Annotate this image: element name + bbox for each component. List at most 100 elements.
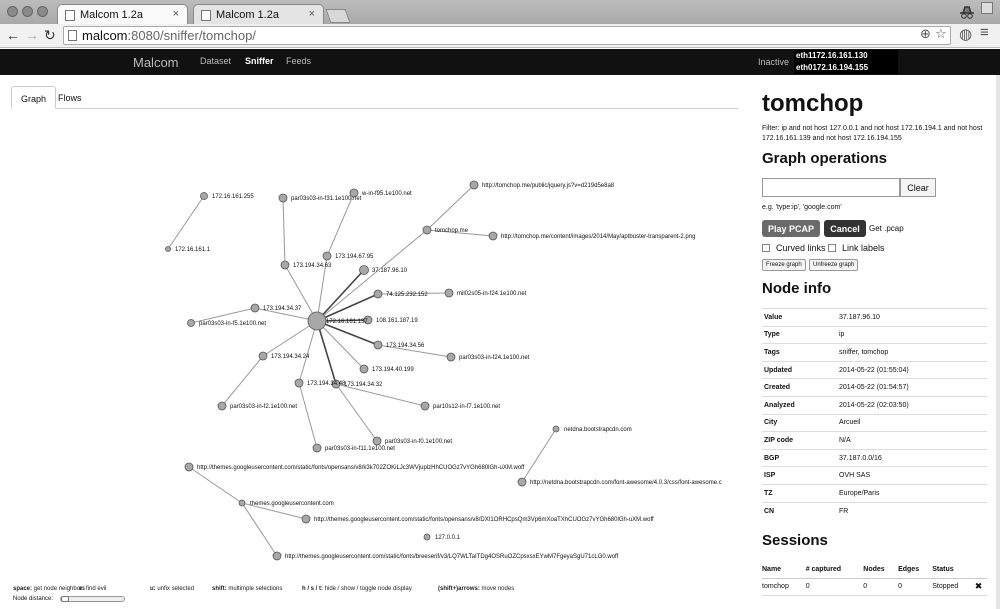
graph-node[interactable] — [373, 289, 383, 299]
info-value: N/A — [837, 431, 987, 450]
column-header: Status — [932, 562, 975, 579]
graph-node[interactable] — [420, 401, 430, 411]
unfreeze-graph-button[interactable]: Unfreeze graph — [809, 259, 859, 271]
fullscreen-button[interactable] — [981, 2, 993, 14]
search-input[interactable] — [762, 178, 900, 197]
help-desc: find evil — [84, 586, 107, 592]
graph-node[interactable] — [373, 340, 383, 350]
back-icon[interactable]: ← — [6, 27, 20, 43]
graph-node[interactable] — [359, 364, 369, 374]
reload-icon[interactable]: ↻ — [44, 27, 56, 44]
browser-tab-2[interactable]: Malcom 1.2a × — [193, 4, 324, 25]
link-labels-toggle[interactable]: Link labels — [828, 243, 885, 253]
checkbox[interactable] — [828, 244, 836, 252]
graph-node[interactable] — [165, 246, 171, 252]
graph-node[interactable] — [444, 288, 454, 298]
slider-handle[interactable] — [61, 596, 69, 602]
node-label: par03s03-in-f31.1e100.net — [291, 196, 362, 202]
graph-node[interactable] — [294, 378, 304, 388]
session-name[interactable]: tomchop — [762, 578, 806, 596]
info-value: ip — [837, 325, 987, 344]
node-label: 173.194.34.37 — [263, 306, 302, 312]
tab-flows[interactable]: Flows — [49, 86, 91, 109]
info-key: Created — [762, 378, 837, 397]
nav-sniffer[interactable]: Sniffer — [245, 56, 274, 66]
play-pcap-button[interactable]: Play PCAP — [762, 220, 820, 237]
graph-node[interactable] — [422, 225, 432, 235]
graph-node[interactable] — [488, 231, 498, 241]
info-key: Value — [762, 308, 837, 327]
table-row: Value 37.187.96.10 — [762, 308, 987, 327]
graph-node[interactable] — [184, 462, 194, 472]
graph-node[interactable] — [552, 425, 560, 433]
side-panel: tomchop Filter: ip and not host 127.0.0.… — [762, 90, 992, 596]
table-row: ISP OVH SAS — [762, 466, 987, 485]
help-item: shift: multimple selections — [212, 586, 282, 592]
node-label: mil02s05-in-f24.1e100.net — [457, 291, 527, 297]
graph-node[interactable] — [258, 351, 268, 361]
zoom-icon[interactable]: ⊕ — [920, 26, 931, 42]
graph-node[interactable] — [301, 514, 311, 524]
graph-node[interactable] — [469, 180, 479, 190]
address-bar[interactable]: malcom:8080/sniffer/tomchop/ — [63, 26, 951, 45]
graph-node[interactable] — [187, 319, 195, 327]
info-value: 2014-05-22 (01:54:57) — [837, 378, 987, 397]
cancel-button[interactable]: Cancel — [824, 220, 866, 237]
page-title: tomchop — [762, 90, 864, 117]
forward-icon[interactable]: → — [25, 27, 39, 43]
close-window-button[interactable] — [7, 6, 18, 17]
help-desc: move nodes — [479, 586, 515, 592]
checkbox-label: Link labels — [842, 243, 885, 253]
graph-node[interactable] — [423, 533, 431, 541]
nav-dataset[interactable]: Dataset — [200, 56, 231, 66]
graph-edge — [221, 355, 264, 407]
delete-icon[interactable]: ✖ — [974, 578, 987, 596]
scrollbar[interactable] — [996, 75, 1000, 609]
close-icon[interactable]: × — [309, 8, 315, 20]
graph-node[interactable] — [238, 499, 246, 507]
graph-node[interactable] — [517, 477, 527, 487]
graph-edge — [298, 382, 318, 449]
close-icon[interactable]: × — [173, 8, 179, 20]
curved-links-toggle[interactable]: Curved links — [762, 243, 826, 253]
node-label: w-in-f95.1e100.net — [361, 191, 412, 197]
node-label: http://themes.googleusercontent.com/stat… — [285, 554, 619, 560]
freeze-graph-button[interactable]: Freeze graph — [762, 259, 806, 271]
nav-feeds[interactable]: Feeds — [286, 56, 311, 66]
bookmark-star-icon[interactable]: ☆ — [935, 26, 947, 42]
help-item: space: get node neighbors — [13, 586, 85, 592]
graph-node[interactable] — [272, 551, 282, 561]
browser-tab-1[interactable]: Malcom 1.2a × — [57, 4, 188, 25]
table-row[interactable]: tomchop 0 0 0 Stopped ✖ — [762, 578, 987, 596]
graph-node[interactable] — [372, 436, 382, 446]
brand-logo[interactable]: Malcom — [133, 55, 179, 70]
graph-node[interactable] — [359, 265, 369, 275]
node-label: http://themes.googleusercontent.com/stat… — [314, 517, 654, 523]
graph-node-hub[interactable] — [307, 311, 327, 331]
menu-icon[interactable]: ≡ — [980, 24, 989, 41]
sniffer-status: Inactive — [758, 57, 790, 67]
clear-button[interactable]: Clear — [900, 178, 936, 197]
node-distance-slider[interactable] — [60, 596, 125, 602]
help-item: u: unfix selected — [150, 586, 194, 592]
graph-node[interactable] — [446, 352, 456, 362]
checkbox[interactable] — [762, 244, 770, 252]
app-navbar: Malcom Dataset Sniffer Feeds Inactive et… — [0, 49, 1000, 75]
network-graph[interactable]: 172.16.161.137 172.16.161.255 172.16.161… — [0, 110, 740, 580]
globe-icon[interactable]: ◍ — [959, 25, 972, 43]
page-icon — [201, 10, 211, 21]
get-pcap-link[interactable]: Get .pcap — [869, 224, 904, 233]
graph-node[interactable] — [217, 401, 227, 411]
graph-node[interactable] — [322, 251, 332, 261]
graph-node[interactable] — [250, 303, 260, 313]
new-tab-button[interactable] — [325, 9, 351, 23]
node-label: 108.161.187.19 — [376, 318, 418, 324]
graph-edge — [426, 184, 475, 231]
minimize-window-button[interactable] — [22, 6, 33, 17]
graph-node[interactable] — [312, 443, 322, 453]
graph-node[interactable] — [278, 193, 288, 203]
graph-node[interactable] — [280, 260, 290, 270]
info-value: FR — [837, 501, 987, 520]
graph-node[interactable] — [200, 192, 208, 200]
zoom-window-button[interactable] — [37, 6, 48, 17]
